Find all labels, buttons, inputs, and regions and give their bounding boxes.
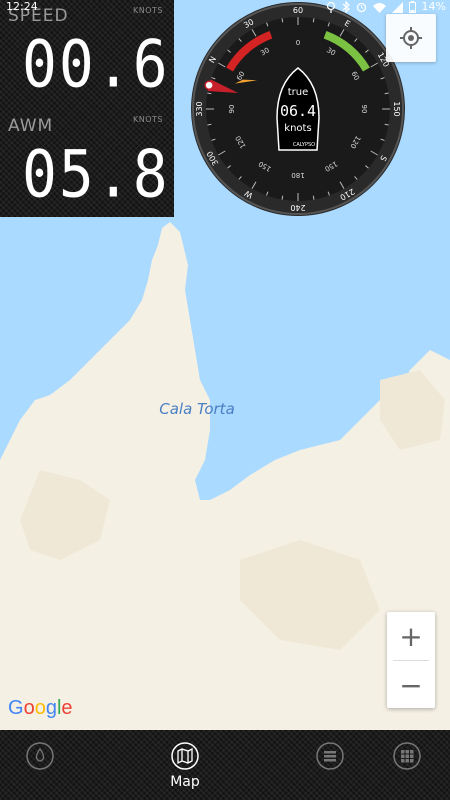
alarm-icon xyxy=(356,2,366,12)
compass-tick xyxy=(312,18,315,23)
battery-icon xyxy=(408,1,416,13)
bottom-navigation-bar: Map xyxy=(0,730,450,800)
location-status-icon xyxy=(326,1,335,13)
nav-map-button[interactable] xyxy=(165,736,205,776)
calypso-brand: CALYPSO xyxy=(293,142,315,148)
signal-icon xyxy=(391,1,403,13)
place-label[interactable]: Cala Torta xyxy=(159,400,235,418)
compass-tick xyxy=(207,92,212,95)
compass-relative-label: 90 xyxy=(228,105,236,114)
compass-relative-label: 180 xyxy=(291,171,304,179)
map-icon xyxy=(171,742,199,770)
grid-icon xyxy=(393,742,421,770)
nav-list-button[interactable] xyxy=(310,736,350,776)
awm-value: 05.8 xyxy=(22,136,170,213)
compass-relative-label: 90 xyxy=(360,105,368,114)
compass-tick xyxy=(281,195,284,200)
compass-center-value: 06.4 xyxy=(280,102,316,120)
speed-value: 00.6 xyxy=(22,26,170,103)
compass-heading-label: 240 xyxy=(290,203,305,212)
google-logo: Google xyxy=(8,697,73,719)
zoom-out-button[interactable]: − xyxy=(387,661,435,709)
compass-heading-label: 330 xyxy=(195,101,204,116)
compass-center-label: true xyxy=(288,87,309,98)
compass-tick xyxy=(281,18,284,23)
status-time: 12:24 xyxy=(6,0,38,13)
compass-tick xyxy=(384,92,389,95)
battery-percent: 14% xyxy=(421,0,446,13)
status-icons: 14% xyxy=(326,0,446,14)
wind-compass-gauge[interactable]: N 30 60 E 120 150 S 210 240 W 300 330 0 30 60 90 120 150… xyxy=(189,0,407,218)
compass-tick xyxy=(207,123,212,126)
zoom-controls: + − xyxy=(387,612,435,708)
compass-heading-label: 150 xyxy=(392,101,401,116)
instrument-panel[interactable]: SPEED KNOTS 00.6 AWM KNOTS 05.8 xyxy=(0,0,174,217)
compass-center-unit: knots xyxy=(284,123,311,134)
bluetooth-icon xyxy=(342,1,350,13)
my-location-button[interactable] xyxy=(386,14,436,62)
drop-icon xyxy=(26,742,54,770)
nav-instruments-button[interactable] xyxy=(20,736,60,776)
compass-relative-label: 0 xyxy=(296,39,300,47)
list-icon xyxy=(316,742,344,770)
crosshair-icon xyxy=(400,27,422,49)
nav-map-label: Map xyxy=(170,774,200,790)
status-bar: 12:24 14% xyxy=(0,0,450,14)
zoom-in-button[interactable]: + xyxy=(387,612,435,660)
wifi-icon xyxy=(372,2,386,13)
awm-label: AWM xyxy=(8,116,54,136)
compass-tick xyxy=(384,123,389,126)
nav-grid-button[interactable] xyxy=(387,736,427,776)
compass-tick xyxy=(312,195,315,200)
awm-unit: KNOTS xyxy=(133,115,163,124)
